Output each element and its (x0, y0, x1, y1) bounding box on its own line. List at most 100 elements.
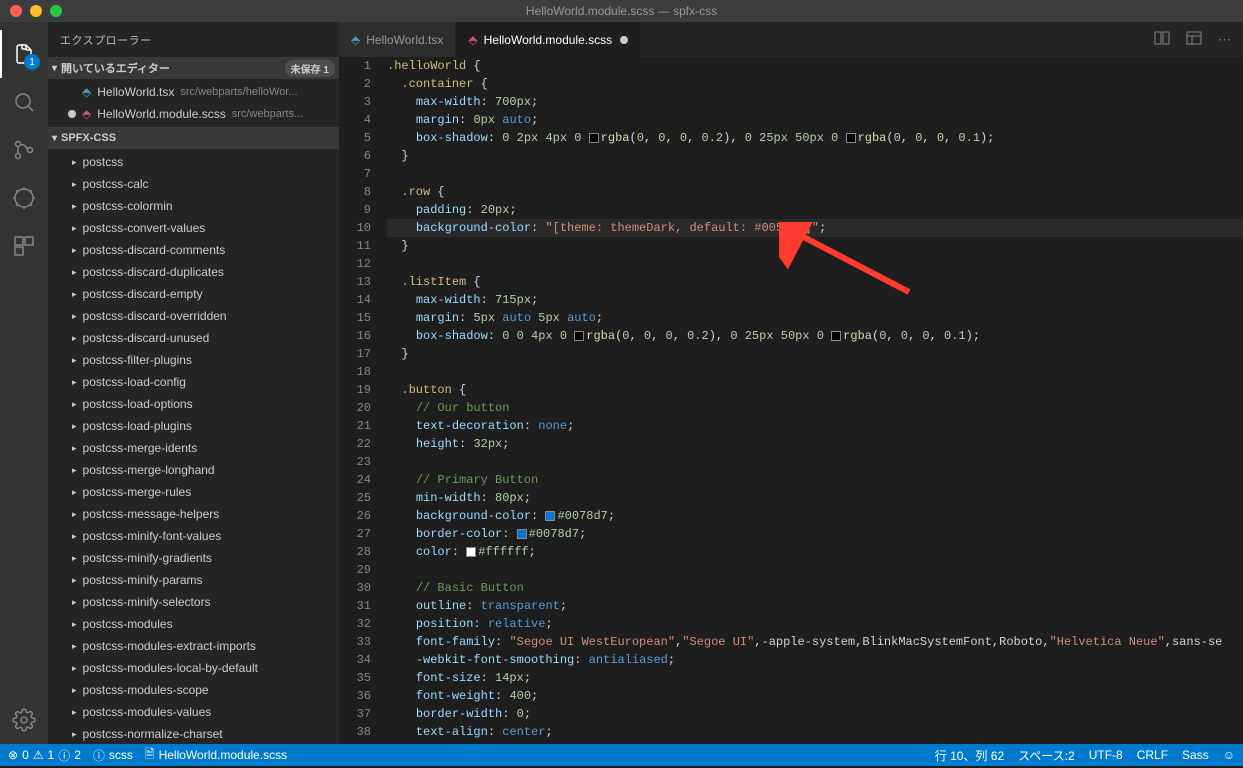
folder-name: postcss-discard-empty (83, 287, 203, 301)
chevron-down-icon: ▾ (52, 63, 57, 74)
tab-label: HelloWorld.tsx (366, 33, 443, 47)
open-editors-section[interactable]: ▾ 開いているエディター 未保存 1 (48, 57, 339, 79)
problems-status[interactable]: ⊗0 ⚠1 ⓘ2 (8, 747, 81, 764)
chevron-right-icon: ▸ (72, 641, 77, 652)
editor-tab[interactable]: ⬘ HelloWorld.tsx (339, 22, 456, 57)
titlebar: HelloWorld.module.scss — spfx-css (0, 0, 1243, 22)
settings-icon[interactable] (0, 696, 48, 744)
chevron-right-icon: ▸ (72, 157, 77, 168)
project-section[interactable]: ▾ SPFX-CSS (48, 127, 339, 149)
editor-tab[interactable]: ⬘ HelloWorld.module.scss (456, 22, 641, 57)
folder-item[interactable]: ▸ postcss-discard-unused (48, 327, 339, 349)
folder-item[interactable]: ▸ postcss-discard-overridden (48, 305, 339, 327)
scss-status[interactable]: ⓘ scss (93, 747, 133, 764)
chevron-right-icon: ▸ (72, 245, 77, 256)
file-icon: ⬘ (82, 107, 91, 121)
debug-icon[interactable] (0, 174, 48, 222)
chevron-right-icon: ▸ (72, 421, 77, 432)
chevron-right-icon: ▸ (72, 619, 77, 630)
folder-item[interactable]: ▸postcss-discard-empty (48, 283, 339, 305)
folder-name: postcss-modules-extract-imports (83, 639, 256, 653)
folder-name: postcss-modules (83, 617, 173, 631)
sidebar-header: エクスプローラー (48, 22, 339, 57)
file-icon: ⬘ (468, 33, 477, 47)
file-path: src/webparts/helloWor... (180, 86, 297, 98)
folder-item[interactable]: ▸ postcss-modules (48, 613, 339, 635)
file-status[interactable]: 🗎 HelloWorld.module.scss (145, 745, 287, 766)
folder-item[interactable]: ▸ postcss (48, 151, 339, 173)
folder-item[interactable]: ▸ postcss-modules-local-by-default (48, 657, 339, 679)
activity-bar: 1 (0, 22, 48, 744)
modified-dot (68, 110, 76, 118)
split-editor-icon[interactable] (1154, 30, 1170, 49)
folder-item[interactable]: ▸postcss-message-helpers (48, 503, 339, 525)
folder-item[interactable]: ▸postcss-load-plugins (48, 415, 339, 437)
more-icon[interactable]: ⋯ (1218, 32, 1231, 48)
folder-name: postcss (83, 155, 124, 169)
folder-item[interactable]: ▸postcss-minify-gradients (48, 547, 339, 569)
folder-item[interactable]: ▸postcss-merge-longhand (48, 459, 339, 481)
eol-status[interactable]: CRLF (1137, 748, 1168, 762)
folder-item[interactable]: ▸postcss-minify-selectors (48, 591, 339, 613)
folder-name: postcss-merge-idents (83, 441, 198, 455)
folder-item[interactable]: ▸postcss-filter-plugins (48, 349, 339, 371)
folder-item[interactable]: ▸postcss-discard-duplicates (48, 261, 339, 283)
folder-name: postcss-colormin (83, 199, 173, 213)
chevron-down-icon: ▾ (52, 133, 57, 144)
chevron-right-icon: ▸ (72, 311, 77, 322)
cursor-position[interactable]: 行 10、列 62 (935, 747, 1004, 764)
folder-name: postcss-modules-scope (83, 683, 209, 697)
info-icon: ⓘ (58, 747, 70, 764)
language-status[interactable]: Sass (1182, 748, 1209, 762)
folder-name: postcss-discard-unused (83, 331, 210, 345)
chevron-right-icon: ▸ (72, 465, 77, 476)
folder-item[interactable]: ▸postcss-convert-values (48, 217, 339, 239)
indent-status[interactable]: スペース:2 (1018, 747, 1075, 764)
chevron-right-icon: ▸ (72, 267, 77, 278)
search-icon[interactable] (0, 78, 48, 126)
window-close-button[interactable] (10, 5, 22, 17)
folder-name: postcss-merge-rules (83, 485, 192, 499)
chevron-right-icon: ▸ (72, 223, 77, 234)
open-editor-item[interactable]: ⬘HelloWorld.module.scsssrc/webparts... (48, 103, 339, 125)
folder-item[interactable]: ▸ postcss-modules-extract-imports (48, 635, 339, 657)
error-icon: ⊗ (8, 748, 18, 762)
folder-item[interactable]: ▸postcss-modules-values (48, 701, 339, 723)
folder-name: postcss-discard-overridden (83, 309, 227, 323)
folder-item[interactable]: ▸postcss-load-options (48, 393, 339, 415)
modified-dot (68, 88, 76, 96)
chevron-right-icon: ▸ (72, 333, 77, 344)
source-control-icon[interactable] (0, 126, 48, 174)
folder-item[interactable]: ▸postcss-colormin (48, 195, 339, 217)
folder-name: postcss-minify-font-values (83, 529, 222, 543)
open-editor-item[interactable]: ⬘HelloWorld.tsxsrc/webparts/helloWor... (48, 81, 339, 103)
encoding-status[interactable]: UTF-8 (1089, 748, 1123, 762)
feedback-icon[interactable]: ☺ (1223, 748, 1235, 762)
extensions-icon[interactable] (0, 222, 48, 270)
folder-name: postcss-modules-local-by-default (83, 661, 258, 675)
folder-name: postcss-normalize-charset (83, 727, 223, 741)
chevron-right-icon: ▸ (72, 399, 77, 410)
project-name: SPFX-CSS (61, 132, 116, 144)
folder-item[interactable]: ▸postcss-calc (48, 173, 339, 195)
folder-item[interactable]: ▸postcss-load-config (48, 371, 339, 393)
folder-item[interactable]: ▸postcss-merge-idents (48, 437, 339, 459)
chevron-right-icon: ▸ (72, 663, 77, 674)
chevron-right-icon: ▸ (72, 487, 77, 498)
folder-item[interactable]: ▸ postcss-merge-rules (48, 481, 339, 503)
layout-icon[interactable] (1186, 30, 1202, 49)
folder-item[interactable]: ▸postcss-modules-scope (48, 679, 339, 701)
code-editor[interactable]: 1234567891011121314151617181920212223242… (339, 57, 1243, 744)
warning-icon: ⚠ (33, 748, 44, 762)
window-minimize-button[interactable] (30, 5, 42, 17)
file-icon: ⬘ (351, 33, 360, 47)
folder-item[interactable]: ▸postcss-normalize-charset (48, 723, 339, 744)
folder-item[interactable]: ▸postcss-minify-font-values (48, 525, 339, 547)
tab-label: HelloWorld.module.scss (484, 33, 613, 47)
explorer-icon[interactable]: 1 (0, 30, 48, 78)
folder-item[interactable]: ▸postcss-minify-params (48, 569, 339, 591)
chevron-right-icon: ▸ (72, 597, 77, 608)
folder-item[interactable]: ▸postcss-discard-comments (48, 239, 339, 261)
window-maximize-button[interactable] (50, 5, 62, 17)
file-icon: ⬘ (82, 85, 91, 99)
